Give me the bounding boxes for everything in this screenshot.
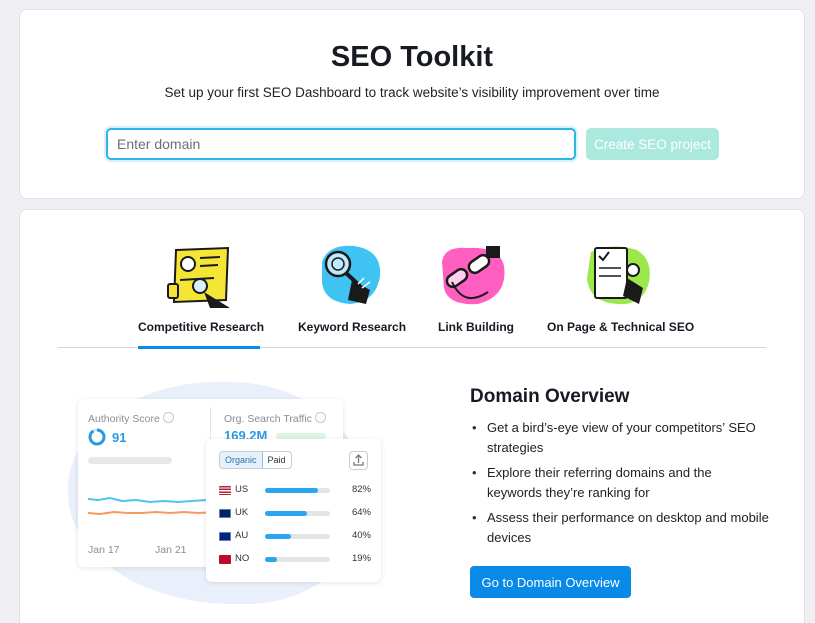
upload-icon	[353, 454, 364, 466]
country-code: UK	[235, 507, 249, 518]
tab-link-building[interactable]: Link Building	[438, 238, 514, 348]
list-item: Get a bird’s-eye view of your competitor…	[470, 418, 770, 458]
magnifier-card-icon	[167, 246, 230, 308]
tab-label: On Page & Technical SEO	[547, 320, 695, 334]
info-icon	[162, 412, 174, 423]
tab-label: Competitive Research	[138, 320, 265, 334]
x-axis-date: Jan 17	[88, 544, 120, 556]
flag-icon	[219, 509, 231, 518]
country-row: AU 40%	[219, 530, 371, 544]
tab-label: Link Building	[438, 320, 514, 334]
magnifying-glass-icon	[322, 245, 381, 304]
share-bar-track	[265, 488, 330, 493]
toolkit-features-card: Competitive Research Keyword Research Li…	[19, 209, 805, 623]
seo-toolkit-card: SEO Toolkit Set up your first SEO Dashbo…	[19, 9, 805, 199]
authority-score-label: Authority Score	[88, 412, 174, 425]
x-axis-date: Jan 21	[155, 544, 187, 556]
list-item: Assess their performance on desktop and …	[470, 508, 770, 548]
info-icon	[314, 412, 326, 423]
share-percent: 40%	[351, 530, 371, 541]
country-row: UK 64%	[219, 507, 371, 521]
export-button[interactable]	[349, 451, 368, 470]
share-bar-fill	[265, 534, 291, 539]
country-code: AU	[235, 530, 249, 541]
go-to-domain-overview-button[interactable]: Go to Domain Overview	[470, 566, 631, 598]
flag-icon	[219, 486, 231, 495]
feature-tabs: Competitive Research Keyword Research Li…	[58, 238, 766, 349]
page-subtitle: Set up your first SEO Dashboard to track…	[164, 85, 660, 100]
share-percent: 19%	[351, 553, 371, 564]
flag-icon	[219, 555, 231, 564]
feature-title: Domain Overview	[470, 386, 630, 407]
checklist-icon	[587, 246, 650, 305]
domain-overview-preview: Authority Score 91 Org. Search Traffic 1…	[58, 370, 398, 610]
page-title: SEO Toolkit	[330, 41, 494, 73]
list-item: Explore their referring domains and the …	[470, 463, 770, 503]
share-bar-track	[265, 557, 330, 562]
tab-on-page-technical-seo[interactable]: On Page & Technical SEO	[547, 238, 694, 348]
tab-label: Keyword Research	[298, 320, 407, 334]
share-bar-fill	[265, 488, 319, 493]
country-row: NO 19%	[219, 553, 371, 567]
authority-score-value: 91	[112, 430, 127, 445]
country-distribution-card: Organic Paid US 82% UK 64% AU 40% NO 19%	[206, 439, 381, 582]
chain-link-icon	[442, 246, 505, 305]
paid-segment[interactable]: Paid	[263, 452, 291, 468]
trend-lines	[88, 496, 218, 516]
active-tab-indicator	[138, 346, 260, 349]
share-percent: 82%	[351, 484, 371, 495]
country-row: US 82%	[219, 484, 371, 498]
tab-keyword-research[interactable]: Keyword Research	[298, 238, 406, 348]
share-bar-track	[265, 534, 330, 539]
organic-segment[interactable]: Organic	[220, 452, 263, 468]
share-bar-fill	[265, 511, 307, 516]
placeholder-bar	[88, 457, 172, 464]
flag-icon	[219, 532, 231, 541]
share-percent: 64%	[351, 507, 371, 518]
country-code: NO	[235, 553, 250, 564]
share-bar-fill	[265, 557, 278, 562]
org-search-traffic-label: Org. Search Traffic	[224, 412, 326, 425]
domain-input[interactable]	[106, 128, 576, 160]
create-seo-project-button[interactable]: Create SEO project	[586, 128, 719, 160]
organic-paid-toggle: Organic Paid	[219, 451, 292, 469]
share-bar-track	[265, 511, 330, 516]
tab-competitive-research[interactable]: Competitive Research	[138, 238, 264, 349]
feature-bullet-list: Get a bird’s-eye view of your competitor…	[470, 418, 770, 553]
authority-ring-icon	[88, 428, 106, 446]
country-code: US	[235, 484, 249, 495]
